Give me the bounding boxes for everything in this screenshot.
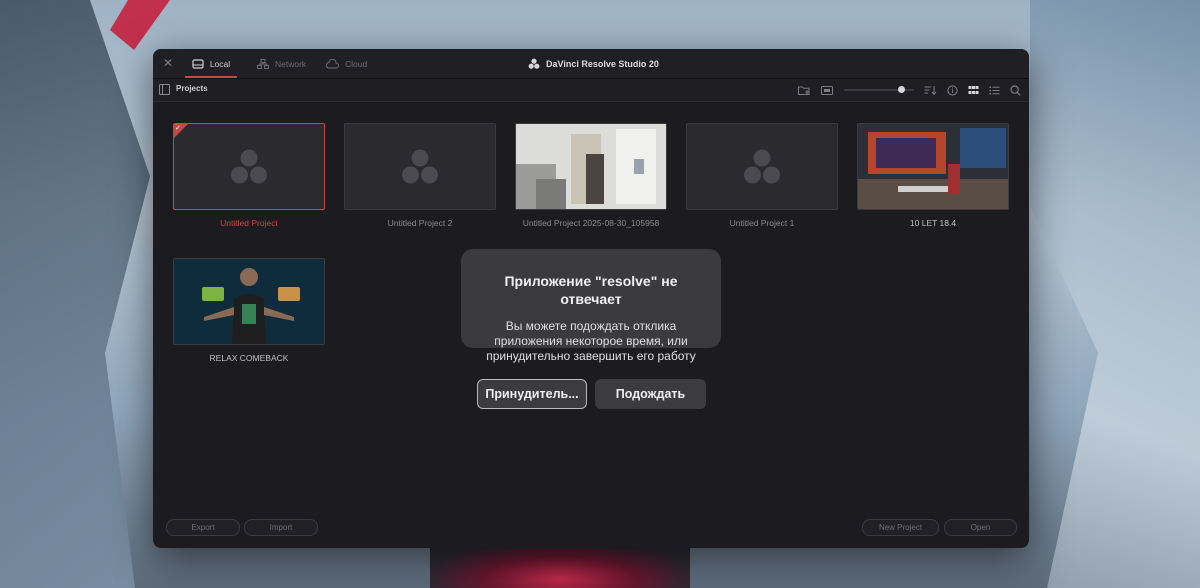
- resolve-logo-icon: [528, 58, 540, 69]
- resolve-logo-icon: [402, 149, 438, 183]
- force-quit-button[interactable]: Принудитель...: [477, 379, 587, 409]
- project-title: 10 LET 18.4: [909, 218, 957, 228]
- wallpaper-left: [0, 0, 150, 588]
- project-card[interactable]: Untitled Project 2: [344, 123, 496, 228]
- sidebar-toggle-icon[interactable]: [159, 84, 170, 95]
- projects-toolbar: Projects: [153, 79, 1029, 102]
- toolbar-actions: [798, 82, 1021, 98]
- sort-icon[interactable]: [924, 85, 937, 96]
- project-thumbnail[interactable]: [857, 123, 1009, 210]
- tab-cloud-label: Cloud: [345, 58, 368, 69]
- slider-knob[interactable]: [897, 86, 905, 93]
- project-card[interactable]: Untitled Project 1: [686, 123, 838, 228]
- dialog-message-line: Вы можете подождать отклика: [505, 319, 677, 333]
- cloud-icon: [325, 58, 339, 68]
- project-title: RELAX COMEBACK: [209, 353, 289, 363]
- new-project-button[interactable]: New Project: [862, 519, 939, 536]
- project-card[interactable]: ✓ Untitled Project: [173, 123, 325, 228]
- tab-local-label: Local: [209, 58, 231, 69]
- tab-local[interactable]: Local: [185, 49, 237, 78]
- project-title: Untitled Project: [220, 218, 278, 228]
- projects-label: Projects: [176, 84, 208, 93]
- network-icon: [257, 58, 269, 69]
- resolve-logo-icon: [231, 149, 267, 183]
- project-thumbnail[interactable]: [515, 123, 667, 210]
- relax-photo-image: [174, 259, 324, 344]
- tab-cloud[interactable]: Cloud: [325, 49, 367, 78]
- wallpaper-red-accent: [110, 0, 170, 50]
- dialog-message-line: принудительно завершить его работу: [486, 349, 696, 363]
- grid-view-icon[interactable]: [968, 85, 979, 96]
- room-photo-image: [516, 124, 666, 209]
- project-card[interactable]: Untitled Project 2025-08-30_105958: [515, 123, 667, 228]
- dialog-title-line: отвечает: [560, 291, 622, 307]
- export-button[interactable]: Export: [166, 519, 240, 536]
- dialog-message: Вы можете подождать отклика приложения н…: [461, 319, 721, 364]
- thumbnail-view-icon[interactable]: [821, 85, 834, 96]
- import-button[interactable]: Import: [244, 519, 318, 536]
- wallpaper-right: [1030, 0, 1200, 588]
- title-bar: ✕ Local Network Cloud DaVinci Resolve St…: [153, 49, 1029, 79]
- drive-icon: [192, 58, 204, 69]
- project-thumbnail[interactable]: [173, 258, 325, 345]
- project-title: Untitled Project 2: [387, 218, 453, 228]
- close-icon[interactable]: ✕: [161, 56, 175, 70]
- desk-photo-image: [858, 124, 1008, 209]
- project-thumbnail[interactable]: [686, 123, 838, 210]
- tab-network[interactable]: Network: [257, 49, 306, 78]
- project-thumbnail[interactable]: [344, 123, 496, 210]
- thumbnail-size-slider[interactable]: [844, 84, 914, 96]
- project-card[interactable]: 10 LET 18.4: [857, 123, 1009, 228]
- tab-network-label: Network: [275, 58, 307, 69]
- resolve-logo-icon: [744, 149, 780, 183]
- info-icon[interactable]: [947, 84, 958, 96]
- project-card[interactable]: RELAX COMEBACK: [173, 258, 325, 363]
- open-button[interactable]: Open: [944, 519, 1017, 536]
- wait-button[interactable]: Подождать: [595, 379, 706, 409]
- window-title-text: DaVinci Resolve Studio 20: [546, 58, 659, 69]
- project-title: Untitled Project 2025-08-30_105958: [522, 218, 660, 228]
- new-folder-icon[interactable]: [798, 85, 811, 96]
- dialog-title-line: Приложение "resolve" не: [504, 273, 678, 289]
- list-view-icon[interactable]: [989, 85, 1000, 96]
- project-thumbnail[interactable]: ✓: [173, 123, 325, 210]
- project-title: Untitled Project 1: [729, 218, 795, 228]
- dialog-message-line: приложения некоторое время, или: [494, 334, 688, 348]
- search-icon[interactable]: [1010, 84, 1021, 96]
- dialog-title: Приложение "resolve" не отвечает: [461, 272, 721, 308]
- window-title: DaVinci Resolve Studio 20: [528, 49, 659, 78]
- selected-check-icon: ✓: [174, 124, 188, 138]
